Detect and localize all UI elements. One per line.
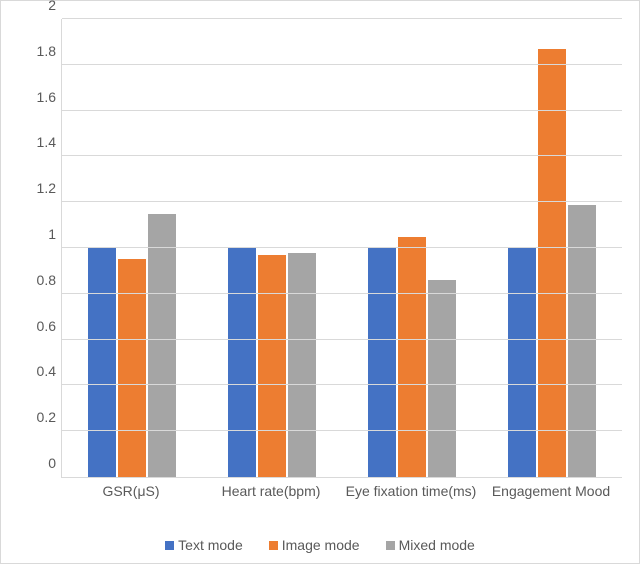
chart-frame: 00.20.40.60.811.21.41.61.82 GSR(μS)Heart… [0, 0, 640, 564]
legend-label: Image mode [282, 537, 360, 553]
legend-item: Image mode [269, 537, 360, 553]
y-tick-label: 2 [22, 0, 56, 12]
grid-line [62, 201, 622, 202]
y-tick-label: 0 [22, 456, 56, 470]
grid-line [62, 64, 622, 65]
y-tick-label: 0.6 [22, 319, 56, 333]
bar [398, 237, 426, 477]
legend-swatch [165, 541, 174, 550]
x-axis-labels: GSR(μS)Heart rate(bpm)Eye fixation time(… [61, 479, 621, 519]
bar [508, 248, 536, 477]
grid-line [62, 247, 622, 248]
legend-item: Text mode [165, 537, 243, 553]
x-tick-label: Engagement Mood [481, 483, 621, 499]
grid-line [62, 384, 622, 385]
x-tick-label: Eye fixation time(ms) [341, 483, 481, 499]
y-tick-label: 1.8 [22, 44, 56, 58]
bar [258, 255, 286, 477]
y-tick-label: 0.8 [22, 273, 56, 287]
x-tick-label: Heart rate(bpm) [201, 483, 341, 499]
legend-label: Mixed mode [399, 537, 475, 553]
bar [148, 214, 176, 477]
y-tick-label: 0.4 [22, 364, 56, 378]
plot-area: 00.20.40.60.811.21.41.61.82 [61, 19, 622, 478]
x-tick-label: GSR(μS) [61, 483, 201, 499]
bar [228, 248, 256, 477]
legend-item: Mixed mode [386, 537, 475, 553]
y-tick-label: 1.2 [22, 181, 56, 195]
bar [428, 280, 456, 477]
y-tick-label: 1 [22, 227, 56, 241]
bars-container [62, 19, 622, 477]
grid-line [62, 110, 622, 111]
legend-label: Text mode [178, 537, 243, 553]
y-tick-label: 1.6 [22, 90, 56, 104]
grid-line [62, 339, 622, 340]
grid-line [62, 18, 622, 19]
legend-swatch [386, 541, 395, 550]
bar [568, 205, 596, 478]
grid-line [62, 155, 622, 156]
legend-swatch [269, 541, 278, 550]
legend: Text mode Image mode Mixed mode [1, 537, 639, 553]
grid-line [62, 430, 622, 431]
y-tick-label: 0.2 [22, 410, 56, 424]
grid-line [62, 293, 622, 294]
bar [88, 248, 116, 477]
bar [538, 49, 566, 477]
bar [288, 253, 316, 477]
y-tick-label: 1.4 [22, 135, 56, 149]
bar [368, 248, 396, 477]
